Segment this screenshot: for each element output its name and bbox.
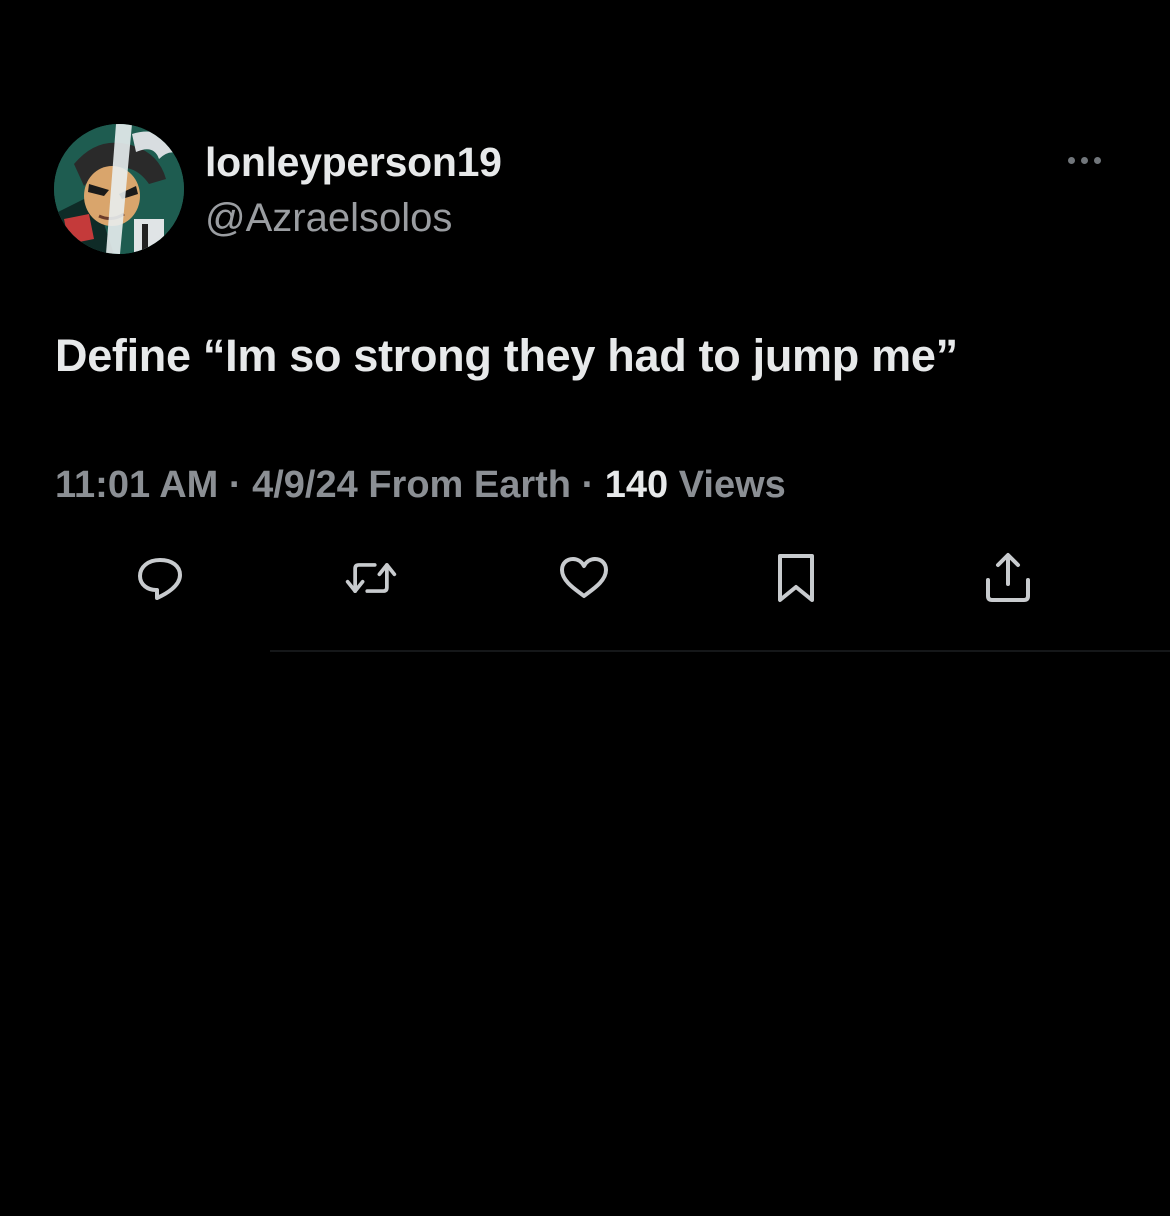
- heart-icon: [560, 557, 608, 598]
- more-dot: [1081, 156, 1088, 164]
- avatar[interactable]: [54, 124, 184, 254]
- more-dot: [1068, 156, 1075, 164]
- avatar-image: [54, 124, 184, 254]
- display-name[interactable]: lonleyperson19: [205, 138, 502, 186]
- more-dot: [1094, 156, 1101, 164]
- tweet-card: lonleyperson19 @Azraelsolos Define “Im s…: [0, 0, 1170, 656]
- author-info: lonleyperson19 @Azraelsolos: [205, 138, 502, 242]
- timestamp-location: 11:01 AM · 4/9/24 From Earth ·: [55, 464, 605, 506]
- action-bar: [0, 550, 1170, 610]
- reply-icon: [138, 558, 182, 600]
- share-icon: [986, 553, 1030, 602]
- divider: [270, 650, 1170, 652]
- more-horizontal-icon[interactable]: [1068, 150, 1112, 170]
- retweet-button[interactable]: [343, 550, 399, 606]
- page: lonleyperson19 @Azraelsolos Define “Im s…: [0, 0, 1170, 1216]
- bookmark-icon: [778, 554, 814, 602]
- views-count: 140: [604, 464, 669, 506]
- tweet-meta: 11:01 AM · 4/9/24 From Earth · 140 Views: [55, 462, 786, 508]
- views-label: Views: [668, 464, 786, 506]
- reply-button[interactable]: [132, 550, 188, 606]
- retweet-icon: [345, 563, 397, 593]
- handle[interactable]: @Azraelsolos: [205, 194, 502, 242]
- tweet-text: Define “Im so strong they had to jump me…: [55, 330, 958, 381]
- like-button[interactable]: [556, 550, 612, 606]
- share-button[interactable]: [980, 550, 1036, 606]
- bookmark-button[interactable]: [768, 550, 824, 606]
